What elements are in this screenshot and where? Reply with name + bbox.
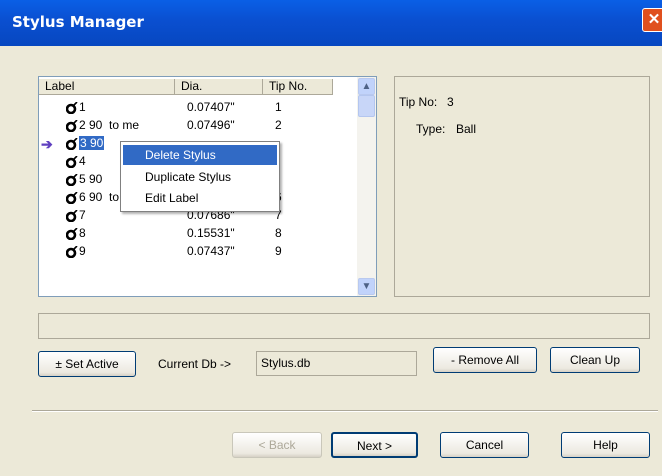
- scroll-up-button[interactable]: ▲: [358, 78, 375, 95]
- status-bar: [38, 313, 650, 339]
- scroll-thumb[interactable]: [358, 95, 375, 117]
- set-active-button[interactable]: ± Set Active: [38, 351, 136, 377]
- stylus-probe-icon: [65, 119, 78, 133]
- title-bar[interactable]: Stylus Manager ✕: [0, 0, 662, 46]
- list-row[interactable]: 9 0.07437" 9: [39, 243, 359, 261]
- column-header-dia[interactable]: Dia.: [175, 79, 263, 95]
- context-menu: Delete Stylus Duplicate Stylus Edit Labe…: [120, 141, 280, 212]
- type-value: Ball: [456, 122, 477, 136]
- list-row[interactable]: 8 0.15531" 8: [39, 225, 359, 243]
- row-tip-no: 1: [275, 100, 282, 114]
- stylus-probe-icon: [65, 227, 78, 241]
- row-label: 8: [79, 226, 86, 240]
- row-tip-no: 9: [275, 244, 282, 258]
- scroll-down-button[interactable]: ▼: [358, 278, 375, 295]
- stylus-probe-icon: [65, 191, 78, 205]
- remove-all-button[interactable]: - Remove All: [433, 347, 537, 373]
- list-row[interactable]: 1 0.07407" 1: [39, 99, 359, 117]
- tip-no-label: Tip No:: [399, 95, 438, 109]
- window-title: Stylus Manager: [12, 13, 144, 31]
- stylus-probe-icon: [65, 101, 78, 115]
- row-tip-no: 2: [275, 118, 282, 132]
- stylus-probe-icon: [65, 245, 78, 259]
- cancel-button[interactable]: Cancel: [440, 432, 529, 458]
- row-label: 7: [79, 208, 86, 222]
- current-db-field: Stylus.db: [256, 351, 417, 376]
- row-label: 3 90: [79, 136, 105, 150]
- close-button[interactable]: ✕: [642, 8, 662, 32]
- row-dia: 0.07496": [187, 118, 235, 132]
- row-tip-no: 8: [275, 226, 282, 240]
- menu-item-edit-label[interactable]: Edit Label: [123, 188, 277, 208]
- stylus-probe-icon: [65, 137, 78, 151]
- row-label: 5 90: [79, 172, 103, 186]
- type-label: Type:: [416, 122, 446, 136]
- row-label: 2 90 to me: [79, 118, 140, 132]
- active-arrow-icon: ➔: [41, 136, 53, 152]
- row-dia: 0.07407": [187, 100, 235, 114]
- row-label: 4: [79, 154, 86, 168]
- column-header-label[interactable]: Label: [39, 79, 175, 95]
- menu-item-duplicate-stylus[interactable]: Duplicate Stylus: [123, 167, 277, 187]
- row-dia: 0.07437": [187, 244, 235, 258]
- stylus-probe-icon: [65, 209, 78, 223]
- footer-separator: [32, 410, 658, 412]
- row-dia: 0.15531": [187, 226, 235, 240]
- stylus-probe-icon: [65, 173, 78, 187]
- stylus-details-panel: Tip No: 3 Type: Ball: [394, 76, 650, 297]
- list-row[interactable]: 2 90 to me 0.07496" 2: [39, 117, 359, 135]
- stylus-probe-icon: [65, 155, 78, 169]
- menu-item-delete-stylus[interactable]: Delete Stylus: [123, 145, 277, 165]
- row-label: 1: [79, 100, 86, 114]
- clean-up-button[interactable]: Clean Up: [550, 347, 640, 373]
- tip-no-value: 3: [447, 95, 454, 109]
- row-label: 9: [79, 244, 86, 258]
- column-header-tip-no[interactable]: Tip No.: [263, 79, 333, 95]
- help-button[interactable]: Help: [561, 432, 650, 458]
- back-button[interactable]: < Back: [232, 432, 322, 458]
- next-button[interactable]: Next >: [331, 432, 418, 458]
- current-db-label: Current Db ->: [158, 357, 232, 371]
- vertical-scrollbar[interactable]: ▲ ▼: [357, 77, 376, 296]
